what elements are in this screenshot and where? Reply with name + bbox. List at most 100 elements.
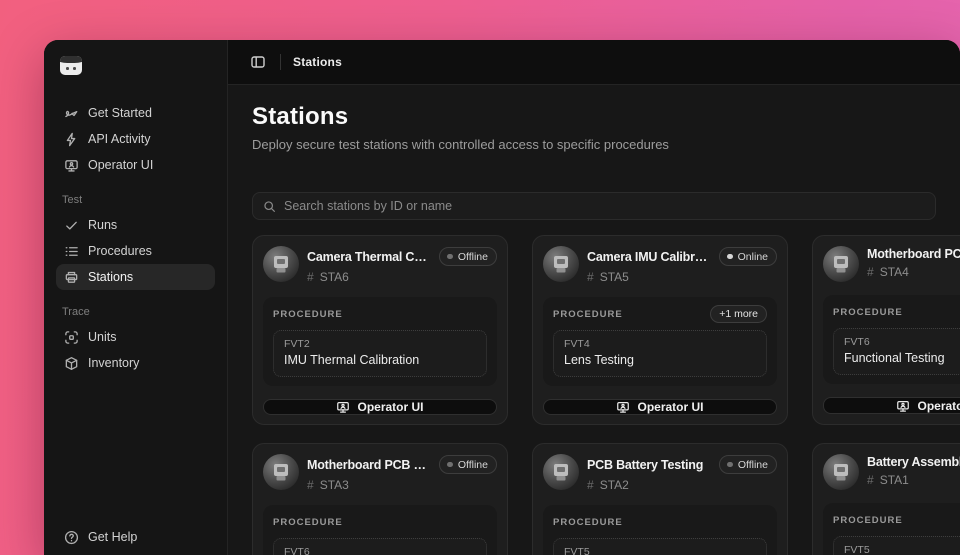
station-card-sta2: PCB Battery Testing Offline # STA2 PROCE… — [532, 443, 788, 555]
topbar-divider — [280, 54, 281, 70]
station-card-sta4: Motherboard PCB Testing # STA4 — [812, 235, 960, 425]
procedure-item: FVT5 — [553, 538, 767, 555]
hash-icon: # — [867, 265, 874, 279]
sidebar-item-label: Stations — [88, 270, 134, 284]
sidebar: Get Started API Activity Operator UI Tes… — [44, 40, 228, 555]
procedure-label: PROCEDURE — [273, 516, 343, 528]
sidebar-item-label: Units — [88, 330, 117, 344]
procedure-label: PROCEDURE — [273, 308, 343, 320]
station-card-sta6: Camera Thermal Calibration Offline # STA… — [252, 235, 508, 425]
station-avatar — [823, 454, 859, 490]
page-subtitle: Deploy secure test stations with control… — [252, 137, 669, 152]
help-icon — [64, 530, 79, 544]
hash-icon: # — [307, 270, 314, 284]
sidebar-item-runs[interactable]: Runs — [56, 212, 215, 238]
monitor-icon — [65, 159, 78, 172]
sidebar-footer: Get Help Invite Members — [56, 524, 216, 555]
station-title: Motherboard PCB Testing — [307, 457, 431, 472]
status-badge: Online — [719, 247, 777, 266]
station-photo — [554, 256, 568, 273]
sidebar-item-units[interactable]: Units — [56, 324, 215, 350]
station-id-value: STA3 — [319, 478, 349, 492]
procedure-code: FVT6 — [284, 546, 310, 555]
status-label: Offline — [737, 458, 768, 471]
status-badge: Offline — [439, 455, 497, 474]
status-badge: Offline — [719, 455, 777, 474]
panel-toggle-icon — [251, 56, 265, 68]
sidebar-item-operator-ui[interactable]: Operator UI — [56, 152, 215, 178]
sidebar-item-label: Runs — [88, 218, 118, 232]
procedure-panel: PROCEDURE FVT2 IMU Thermal Calibration — [263, 297, 497, 386]
station-photo — [834, 256, 848, 273]
breadcrumb: Stations — [293, 55, 342, 69]
procedure-name: IMU Thermal Calibration — [284, 353, 420, 367]
station-id-value: STA1 — [879, 473, 909, 487]
station-title: Camera Thermal Calibration — [307, 249, 431, 264]
procedure-code: FVT4 — [564, 338, 590, 350]
hash-icon: # — [587, 270, 594, 284]
station-card-sta5: Camera IMU Calibration Online # STA5 PRO… — [532, 235, 788, 425]
procedure-label: PROCEDURE — [833, 514, 903, 526]
page-title: Stations — [252, 103, 349, 130]
status-dot — [727, 253, 733, 260]
station-id: # STA5 — [587, 270, 777, 284]
sidebar-item-label: API Activity — [88, 132, 151, 146]
sidebar-item-label: Inventory — [88, 356, 140, 370]
search-bar[interactable] — [252, 192, 936, 220]
station-avatar — [263, 246, 299, 282]
station-avatar — [543, 246, 579, 282]
operator-ui-button[interactable]: Operator UI — [543, 399, 777, 415]
station-title: PCB Battery Testing — [587, 457, 704, 472]
sidebar-item-invite-members[interactable]: Invite Members — [56, 550, 216, 555]
status-label: Offline — [457, 250, 488, 263]
sidebar-item-get-started[interactable]: Get Started — [56, 100, 215, 126]
station-photo — [834, 464, 848, 481]
operator-ui-label: Operator UI — [917, 398, 960, 413]
station-icon — [65, 271, 78, 283]
sidebar-section-test: Test — [62, 194, 83, 206]
station-card-sta1: Battery Assembly Testing # STA1 — [812, 443, 960, 555]
procedure-panel: PROCEDURE FVT6 Functional Testing — [823, 295, 960, 384]
station-id-value: STA4 — [879, 265, 909, 279]
station-avatar — [823, 246, 859, 282]
station-id: # STA3 — [307, 478, 497, 492]
app-logo[interactable] — [60, 56, 82, 76]
sidebar-item-stations[interactable]: Stations — [56, 264, 215, 290]
station-title: Motherboard PCB Testing — [867, 247, 960, 261]
procedure-item: FVT4 Lens Testing — [553, 330, 767, 377]
sidebar-item-procedures[interactable]: Procedures — [56, 238, 215, 264]
procedure-code: FVT5 — [564, 546, 590, 555]
operator-ui-button[interactable]: Operator UI — [263, 399, 497, 415]
status-dot — [447, 253, 453, 260]
procedure-label: PROCEDURE — [553, 308, 623, 320]
sidebar-item-label: Operator UI — [88, 158, 154, 172]
operator-ui-button[interactable]: Operator UI — [823, 397, 960, 414]
procedure-name: Lens Testing — [564, 353, 634, 367]
page-content: Stations Deploy secure test stations wit… — [228, 85, 960, 555]
sidebar-item-label: Procedures — [88, 244, 152, 258]
search-input[interactable] — [284, 199, 925, 213]
station-id-value: STA5 — [599, 270, 629, 284]
monitor-icon — [337, 402, 350, 413]
more-procedures-badge[interactable]: +1 more — [710, 305, 767, 323]
scan-icon — [65, 330, 78, 344]
station-id: # STA6 — [307, 270, 497, 284]
sidebar-item-inventory[interactable]: Inventory — [56, 350, 215, 376]
sidebar-toggle-button[interactable] — [248, 52, 268, 72]
procedure-item: FVT6 Functional Testing — [833, 328, 960, 375]
status-label: Offline — [457, 458, 488, 471]
station-photo — [554, 464, 568, 481]
station-id-value: STA2 — [599, 478, 629, 492]
main-area: Stations Stations Deploy secure test sta… — [228, 40, 960, 555]
operator-ui-label: Operator UI — [637, 400, 704, 414]
sidebar-item-get-help[interactable]: Get Help — [56, 524, 216, 550]
procedure-item: FVT5 — [833, 536, 960, 555]
status-badge: Offline — [439, 247, 497, 266]
sidebar-item-label: Get Help — [88, 530, 138, 544]
package-icon — [65, 356, 78, 370]
sidebar-item-api-activity[interactable]: API Activity — [56, 126, 215, 152]
station-photo — [274, 464, 288, 481]
status-dot — [447, 461, 453, 468]
station-id: # STA1 — [867, 473, 960, 487]
station-id-value: STA6 — [319, 270, 349, 284]
